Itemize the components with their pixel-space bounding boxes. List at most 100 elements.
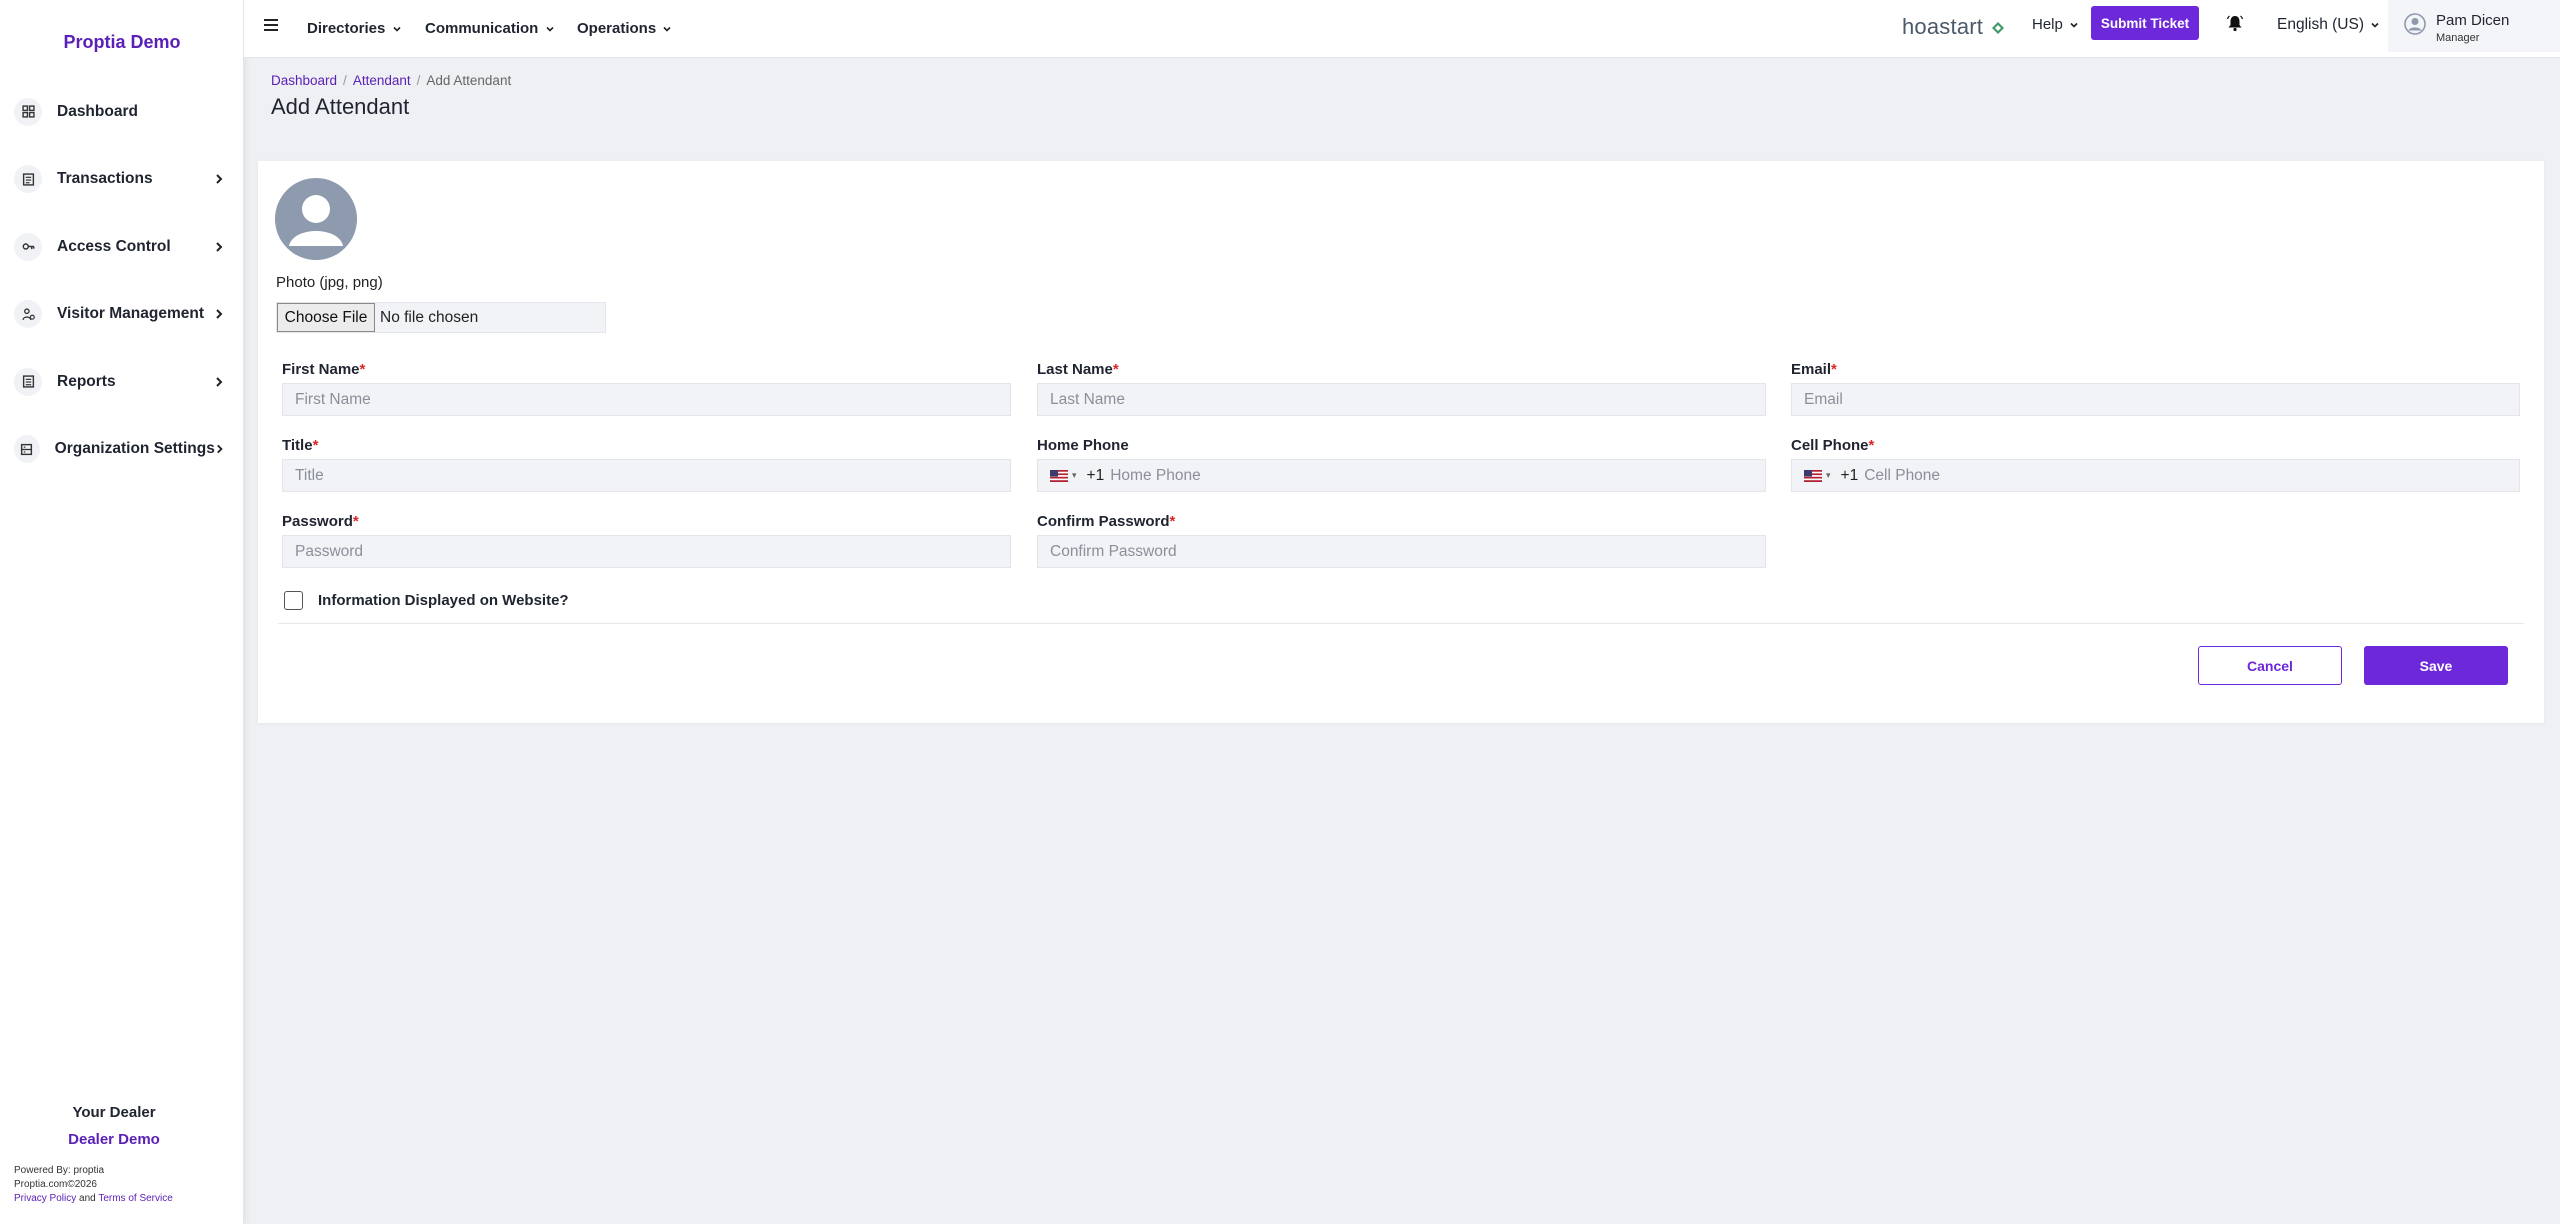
dashboard-icon — [14, 97, 42, 126]
home-phone-input[interactable] — [1110, 460, 1765, 491]
cell-phone-input-box: ▾ +1 — [1791, 459, 2520, 492]
confirm-password-label: Confirm Password* — [1037, 513, 1176, 530]
user-menu[interactable]: Pam Dicen Manager — [2388, 0, 2560, 52]
menu-directories[interactable]: Directories — [307, 20, 401, 37]
breadcrumb-attendant[interactable]: Attendant — [353, 73, 411, 88]
password-input[interactable] — [295, 536, 1010, 567]
hoastart-logo[interactable]: hoastart — [1902, 14, 2005, 40]
legal-links: Privacy Policy and Terms of Service — [14, 1192, 173, 1206]
menu-label: Communication — [425, 20, 539, 37]
help-label: Help — [2032, 16, 2063, 33]
add-attendant-form: Photo (jpg, png) Choose File No file cho… — [258, 161, 2544, 723]
chevron-right-icon — [216, 174, 223, 184]
photo-label: Photo (jpg, png) — [276, 274, 383, 291]
email-input-box — [1791, 383, 2520, 416]
dealer-name[interactable]: Dealer Demo — [0, 1131, 228, 1148]
home-phone-dial-code: +1 — [1086, 466, 1105, 484]
home-phone-input-box: ▾ +1 — [1037, 459, 1766, 492]
breadcrumb-current: Add Attendant — [426, 73, 512, 88]
sidebar-item-label: Access Control — [57, 237, 171, 255]
sidebar-item-reports[interactable]: Reports — [0, 348, 244, 416]
terms-of-service-link[interactable]: Terms of Service — [98, 1193, 172, 1204]
confirm-password-field: Confirm Password* — [1037, 513, 1766, 568]
password-input-box — [282, 535, 1011, 568]
email-input[interactable] — [1804, 384, 2519, 415]
chevron-right-icon — [216, 444, 223, 454]
first-name-field: First Name* — [282, 361, 1011, 416]
settings-icon — [14, 435, 40, 464]
page-title: Add Attendant — [271, 94, 410, 119]
display-on-website-checkbox[interactable] — [284, 591, 303, 610]
reports-icon — [14, 367, 42, 396]
us-flag-icon[interactable] — [1804, 469, 1822, 482]
home-phone-field: Home Phone ▾ +1 — [1037, 437, 1766, 492]
password-field: Password* — [282, 513, 1011, 568]
sidebar-item-visitor-management[interactable]: Visitor Management — [0, 281, 244, 349]
submit-ticket-button[interactable]: Submit Ticket — [2091, 6, 2199, 40]
transactions-icon — [14, 165, 42, 194]
chevron-down-icon — [663, 26, 671, 32]
photo-placeholder-avatar — [275, 178, 357, 260]
language-selector[interactable]: English (US) — [2277, 16, 2379, 34]
powered-by-text: Powered By: proptia — [14, 1165, 105, 1176]
us-flag-icon[interactable] — [1050, 469, 1068, 482]
first-name-label: First Name* — [282, 361, 366, 378]
sidebar-item-organization-settings[interactable]: Organization Settings — [0, 416, 244, 484]
sidebar-item-access-control[interactable]: Access Control — [0, 213, 244, 281]
cell-phone-field: Cell Phone* ▾ +1 — [1791, 437, 2520, 492]
chevron-down-icon — [2070, 22, 2078, 28]
title-label: Title* — [282, 437, 319, 454]
sidebar-item-label: Visitor Management — [57, 305, 205, 323]
password-label: Password* — [282, 513, 359, 530]
visitor-icon — [14, 300, 42, 329]
last-name-label: Last Name* — [1037, 361, 1119, 378]
language-label: English (US) — [2277, 16, 2364, 33]
cell-phone-dial-code: +1 — [1840, 466, 1859, 484]
privacy-policy-link[interactable]: Privacy Policy — [14, 1193, 76, 1204]
cell-phone-input[interactable] — [1864, 460, 2519, 491]
sidebar-item-transactions[interactable]: Transactions — [0, 146, 244, 214]
photo-file-input[interactable]: Choose File No file chosen — [276, 302, 606, 333]
sidebar: Proptia Demo Dashboard Transactions Acce… — [0, 0, 244, 1224]
key-icon — [14, 232, 42, 261]
display-on-website-label: Information Displayed on Website? — [318, 592, 569, 609]
menu-operations[interactable]: Operations — [577, 20, 671, 37]
user-name: Pam Dicen — [2436, 12, 2510, 29]
chevron-right-icon — [216, 377, 223, 387]
cancel-button[interactable]: Cancel — [2198, 646, 2342, 685]
email-field: Email* — [1791, 361, 2520, 416]
legal-and: and — [79, 1193, 96, 1204]
first-name-input-box — [282, 383, 1011, 416]
user-role: Manager — [2436, 32, 2480, 44]
help-menu[interactable]: Help — [2032, 16, 2078, 33]
country-dropdown-icon[interactable]: ▾ — [1072, 470, 1077, 481]
breadcrumb: Dashboard / Attendant / Add Attendant — [271, 73, 511, 88]
title-input[interactable] — [295, 460, 1010, 491]
breadcrumb-separator: / — [416, 73, 421, 88]
sidebar-footer: Your Dealer Dealer Demo Powered By: prop… — [0, 1104, 244, 1224]
top-bar: Directories Communication Operations hoa… — [244, 0, 2560, 58]
powered-by: Powered By: proptia Proptia.com©2026 Pri… — [14, 1164, 173, 1206]
hamburger-menu-icon[interactable] — [264, 19, 278, 31]
confirm-password-input[interactable] — [1050, 536, 1765, 567]
last-name-input[interactable] — [1050, 384, 1765, 415]
first-name-input[interactable] — [295, 384, 1010, 415]
bell-icon[interactable] — [2226, 14, 2244, 32]
sidebar-item-dashboard[interactable]: Dashboard — [0, 78, 244, 146]
file-status: No file chosen — [380, 308, 479, 326]
title-field: Title* — [282, 437, 1011, 492]
chevron-down-icon — [2371, 22, 2379, 28]
sidebar-item-label: Organization Settings — [54, 440, 215, 458]
copyright-text: Proptia.com©2026 — [14, 1179, 97, 1190]
choose-file-button[interactable]: Choose File — [277, 303, 375, 332]
form-divider — [278, 623, 2524, 624]
sidebar-brand[interactable]: Proptia Demo — [0, 32, 244, 53]
sidebar-item-label: Transactions — [57, 170, 153, 188]
logo-text: hoastart — [1902, 14, 1984, 39]
menu-communication[interactable]: Communication — [425, 20, 554, 37]
country-dropdown-icon[interactable]: ▾ — [1826, 470, 1831, 481]
breadcrumb-dashboard[interactable]: Dashboard — [271, 73, 337, 88]
home-phone-label: Home Phone — [1037, 437, 1129, 454]
save-button[interactable]: Save — [2364, 646, 2508, 685]
chevron-down-icon — [545, 26, 554, 32]
